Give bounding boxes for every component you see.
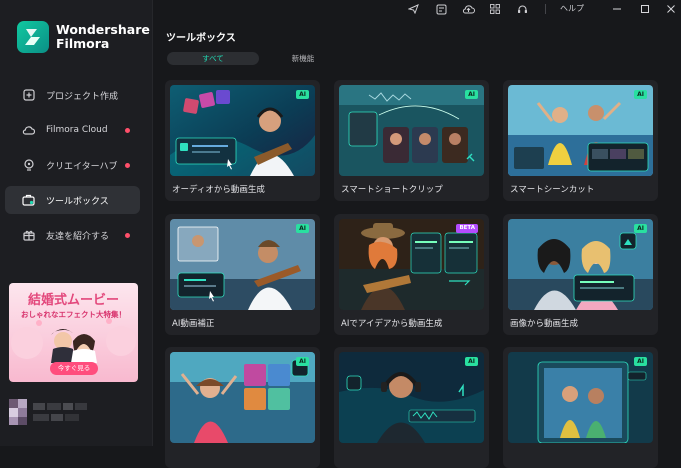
sidebar-item-refer-friend[interactable]: 友達を紹介する [5,221,140,249]
tool-card-row3-2[interactable]: AI [334,347,489,468]
ai-badge: AI [465,357,478,366]
gift-icon [22,229,35,242]
notification-dot [125,163,130,168]
tool-card-label: スマートシーンカット [510,185,595,195]
sidebar-item-label: 友達を紹介する [46,231,110,242]
filmora-logo-icon [17,21,49,53]
toolbox-icon [22,194,35,207]
plus-square-icon [22,89,35,102]
user-account[interactable] [9,395,138,429]
sidebar-item-label: ツールボックス [46,196,109,207]
sidebar-item-creator-hub[interactable]: クリエイターハブ [5,151,140,179]
page-title: ツールボックス [166,33,236,44]
tool-thumbnail: AI [339,352,484,443]
tool-card-image-to-video[interactable]: AI 画像から動画生成 [503,214,658,335]
tool-thumbnail: AI [170,219,315,310]
sidebar-item-create-project[interactable]: プロジェクト作成 [5,81,140,109]
cloud-upload-icon[interactable] [461,2,475,16]
promo-watch-now-button[interactable]: 今すぐ見る [50,362,98,375]
bulb-icon [22,158,35,172]
apps-grid-icon[interactable] [488,2,502,16]
tool-thumbnail: AI [339,85,484,176]
sidebar-item-toolbox[interactable]: ツールボックス [5,186,140,214]
ai-badge: AI [634,224,647,233]
tool-card-ai-idea-to-video[interactable]: BETA AIでアイデアから動画生成 [334,214,489,335]
sidebar-item-filmora-cloud[interactable]: Filmora Cloud [5,116,140,144]
tool-card-label: AI動画補正 [172,319,215,329]
promo-banner[interactable]: 結婚式ムービー おしゃれなエフェクト大特集！ 今すぐ見る [9,283,138,382]
tab-all[interactable]: すべて [167,52,259,65]
tool-thumbnail: BETA [339,219,484,310]
sidebar-item-label: クリエイターハブ [46,161,118,172]
cloud-icon [22,124,35,137]
help-menu[interactable]: ヘルプ [560,3,584,14]
close-icon[interactable] [664,2,678,16]
filter-tabs: すべて 新機能 [167,52,343,65]
ai-badge: AI [634,90,647,99]
headset-icon[interactable] [515,2,529,16]
tool-thumbnail: AI [508,85,653,176]
tool-card-audio-to-video[interactable]: AI オーディオから動画生成 [165,80,320,201]
ai-badge: AI [465,90,478,99]
notification-dot [125,233,130,238]
tool-card-ai-video-enhancer[interactable]: AI AI動画補正 [165,214,320,335]
ai-badge: AI [296,224,309,233]
tool-card-smart-scene-cut[interactable]: AI スマートシーンカット [503,80,658,201]
tool-card-label: オーディオから動画生成 [172,185,265,195]
template-icon[interactable] [434,2,448,16]
app-name: Wondershare Filmora [56,23,150,51]
tool-thumbnail: AI [508,219,653,310]
tool-card-label: AIでアイデアから動画生成 [341,319,443,329]
tool-card-row3-1[interactable]: AI [165,347,320,468]
tool-thumbnail: AI [508,352,653,443]
promo-subtitle: おしゃれなエフェクト大特集！ [21,310,126,319]
maximize-icon[interactable] [638,2,652,16]
notification-dot [125,128,130,133]
ai-badge: AI [634,357,647,366]
beta-badge: BETA [456,224,478,233]
ai-badge: AI [296,357,309,366]
app-name-line1: Wondershare [56,22,150,37]
ai-badge: AI [296,90,309,99]
app-name-line2: Filmora [56,36,110,51]
tool-card-label: 画像から動画生成 [510,319,579,329]
send-icon[interactable] [406,2,420,16]
sidebar: Wondershare Filmora プロジェクト作成 Filmora Clo… [0,0,153,446]
sidebar-item-label: Filmora Cloud [46,125,108,135]
sidebar-item-label: プロジェクト作成 [46,91,119,102]
tool-card-label: スマートショートクリップ [341,185,443,195]
avatar [9,399,87,425]
minimize-icon[interactable] [610,2,624,16]
tool-card-row3-3[interactable]: AI [503,347,658,468]
sidebar-nav: プロジェクト作成 Filmora Cloud クリエイターハブ ツールボックス [5,81,140,256]
app-logo[interactable]: Wondershare Filmora [17,21,150,53]
topbar-divider [545,4,546,14]
tool-thumbnail: AI [170,352,315,443]
tab-new-features[interactable]: 新機能 [263,52,343,65]
promo-title: 結婚式ムービー [27,293,119,308]
tool-thumbnail: AI [170,85,315,176]
tool-card-smart-short-clip[interactable]: AI スマートショートクリップ [334,80,489,201]
